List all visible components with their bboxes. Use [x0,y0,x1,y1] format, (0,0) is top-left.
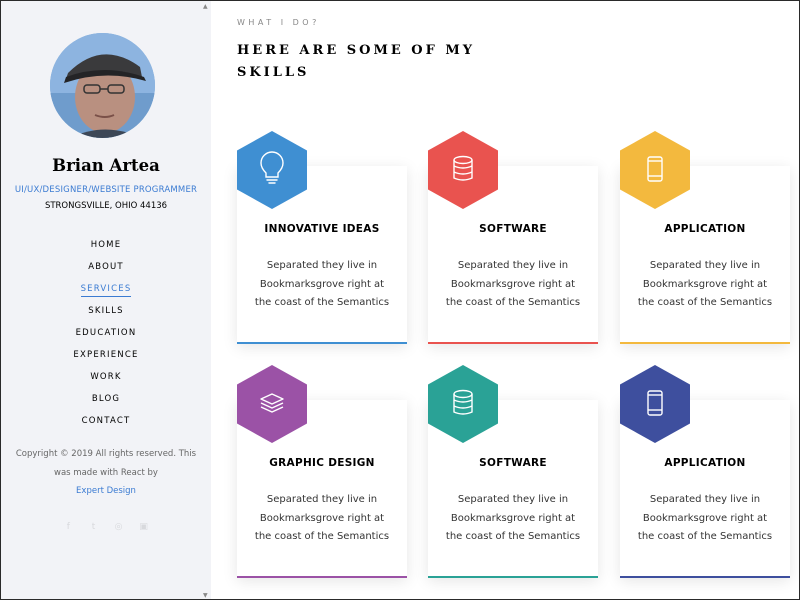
nav-item-skills[interactable]: SKILLS [1,298,211,320]
profile-role: UI/UX/DESIGNER/WEBSITE PROGRAMMER [14,185,198,195]
section-eyebrow: WHAT I DO? [237,18,320,27]
profile-location: STRONGSVILLE, OHIO 44136 [44,201,168,211]
facebook-icon[interactable]: f [63,522,73,532]
copyright-line: Copyright © 2019 All rights reserved. Th… [15,449,197,459]
layers-icon [237,365,307,443]
card-title: INNOVATIVE IDEAS [264,223,380,235]
card-accent-bar [428,576,598,578]
nav-item-about[interactable]: ABOUT [1,254,211,276]
card-text: Separated they live in Bookmarksgrove ri… [445,260,581,308]
nav-item-services[interactable]: SERVICES [1,276,211,298]
nav-item-label: EDUCATION [75,328,137,338]
avatar [50,33,155,138]
card-accent-bar [620,342,790,344]
social-links: f t ◎ ▣ [1,514,211,533]
linkedin-icon[interactable]: ▣ [139,522,149,532]
nav-item-label: BLOG [91,394,121,404]
copyright-line: was made with React by [54,467,158,478]
nav-item-label: WORK [90,372,122,382]
card-text: Separated they live in Bookmarksgrove ri… [445,494,581,542]
nav-item-label: ABOUT [88,262,124,272]
main-content: WHAT I DO? HERE ARE SOME OF MY SKILLS IN… [211,1,799,599]
mobile-icon [620,131,690,209]
page-frame: Brian Artea UI/UX/DESIGNER/WEBSITE PROGR… [0,0,800,600]
card-accent-bar [237,576,407,578]
card-title: SOFTWARE [479,457,547,469]
nav-item-label: EXPERIENCE [73,350,139,360]
lightbulb-icon [237,131,307,209]
card-accent-bar [428,342,598,344]
card-accent-bar [620,576,790,578]
database-icon [428,131,498,209]
scroll-down-arrow[interactable]: ▼ [203,592,208,599]
card-text: Separated they live in Bookmarksgrove ri… [254,260,390,308]
copyright: Copyright © 2019 All rights reserved. Th… [11,445,201,501]
nav-item-work[interactable]: WORK [1,364,211,386]
card-title: GRAPHIC DESIGN [269,457,375,469]
nav-item-label: SERVICES [80,284,132,297]
nav-item-contact[interactable]: CONTACT [1,408,211,430]
mobile-icon [620,365,690,443]
nav-item-blog[interactable]: BLOG [1,386,211,408]
instagram-icon[interactable]: ◎ [114,522,124,532]
sidebar-nav: HOME ABOUT SERVICES SKILLS EDUCATION EXP… [1,232,211,430]
twitter-icon[interactable]: t [88,522,98,532]
card-text: Separated they live in Bookmarksgrove ri… [637,494,773,542]
card-text: Separated they live in Bookmarksgrove ri… [637,260,773,308]
card-text: Separated they live in Bookmarksgrove ri… [254,494,390,542]
profile-name: Brian Artea [52,156,160,175]
nav-item-label: CONTACT [81,416,131,426]
nav-item-experience[interactable]: EXPERIENCE [1,342,211,364]
card-title: APPLICATION [664,457,746,469]
expert-design-link[interactable]: Expert Design [11,482,201,501]
section-heading: HERE ARE SOME OF MY SKILLS [237,43,476,80]
card-accent-bar [237,342,407,344]
scroll-up-arrow[interactable]: ▲ [203,3,208,10]
database-icon [428,365,498,443]
card-title: APPLICATION [664,223,746,235]
nav-item-education[interactable]: EDUCATION [1,320,211,342]
nav-item-label: SKILLS [88,306,124,316]
nav-item-label: HOME [90,240,122,250]
card-title: SOFTWARE [479,223,547,235]
nav-item-home[interactable]: HOME [1,232,211,254]
sidebar: Brian Artea UI/UX/DESIGNER/WEBSITE PROGR… [1,1,211,599]
